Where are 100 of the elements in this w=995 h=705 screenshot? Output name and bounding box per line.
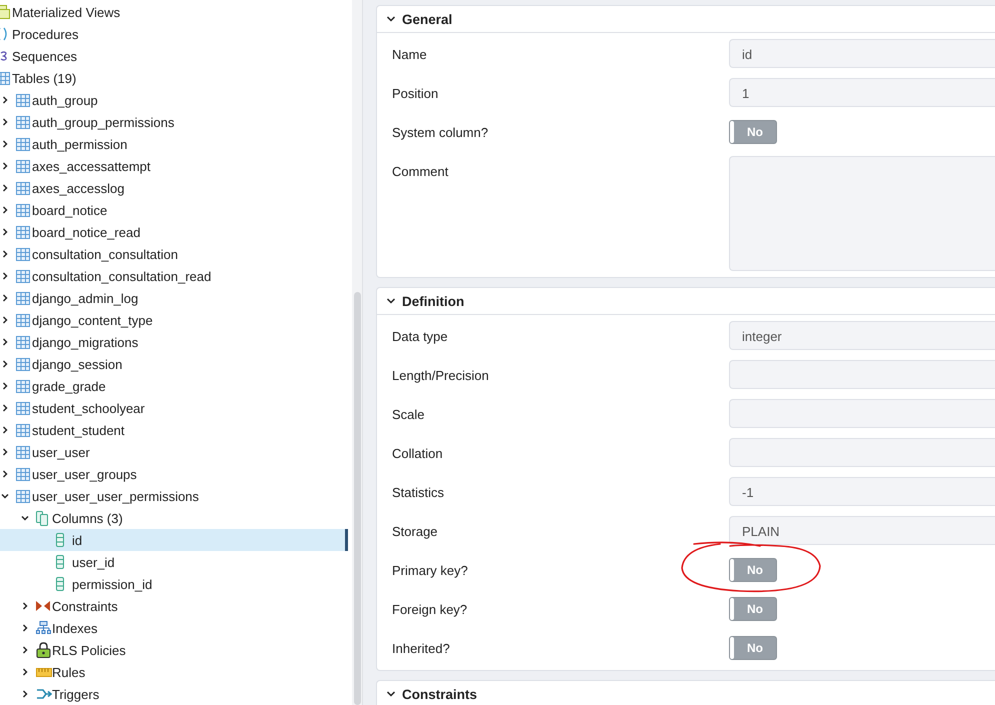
table-icon	[0, 72, 10, 84]
chevron-right-icon[interactable]	[21, 668, 29, 676]
tree-item[interactable]: auth_group_permissions	[0, 111, 348, 133]
chevron-right-icon[interactable]	[1, 250, 9, 258]
chevron-down-icon	[386, 14, 396, 24]
chevron-down-icon	[386, 296, 396, 306]
tree-item[interactable]: consultation_consultation	[0, 243, 348, 265]
chevron-right-icon[interactable]	[21, 690, 29, 698]
chevron-right-icon[interactable]	[21, 602, 29, 610]
tree-item-label: django_session	[32, 356, 122, 372]
tree-item[interactable]: student_schoolyear	[0, 397, 348, 419]
chevron-right-icon[interactable]	[1, 426, 9, 434]
input-field[interactable]: -1	[729, 477, 995, 506]
tree-item-label: board_notice_read	[32, 224, 140, 240]
section-header[interactable]: General	[377, 6, 995, 33]
tree-item[interactable]: board_notice	[0, 199, 348, 221]
chevron-right-icon[interactable]	[1, 184, 9, 192]
tree-item[interactable]: django_session	[0, 353, 348, 375]
tree-item[interactable]: RLS Policies	[0, 639, 348, 661]
tree-item-label: Rules	[52, 664, 86, 680]
tree-item[interactable]: Constraints	[0, 595, 348, 617]
chevron-right-icon[interactable]	[1, 228, 9, 236]
tree-item[interactable]: axes_accessattempt	[0, 155, 348, 177]
chevron-right-icon[interactable]	[1, 448, 9, 456]
tree-item-label: Indexes	[52, 620, 98, 636]
chevron-right-icon[interactable]	[1, 404, 9, 412]
chevron-right-icon[interactable]	[1, 294, 9, 302]
tree-item[interactable]: student_student	[0, 419, 348, 441]
table-icon	[16, 270, 30, 282]
chevron-right-icon[interactable]	[1, 118, 9, 126]
input-field[interactable]	[729, 399, 995, 428]
tree-item[interactable]: django_admin_log	[0, 287, 348, 309]
chevron-right-icon[interactable]	[1, 162, 9, 170]
tree-item[interactable]: Triggers	[0, 683, 348, 705]
section-header[interactable]: Definition	[377, 288, 995, 315]
chevron-right-icon[interactable]	[1, 382, 9, 390]
field-label: Statistics	[392, 484, 446, 500]
tree-item-label: Triggers	[52, 686, 100, 702]
chevron-down-icon[interactable]	[1, 492, 9, 500]
tree-item-label: axes_accessattempt	[32, 158, 151, 174]
section-header[interactable]: Constraints	[377, 681, 995, 705]
tree-item[interactable]: axes_accesslog	[0, 177, 348, 199]
tree-item[interactable]: user_user_groups	[0, 463, 348, 485]
chevron-right-icon[interactable]	[1, 206, 9, 214]
chevron-right-icon[interactable]	[1, 470, 9, 478]
tree-item[interactable]: Sequences	[0, 45, 348, 67]
tree-item[interactable]: Indexes	[0, 617, 348, 639]
input-field[interactable]: id	[729, 39, 995, 68]
chevron-down-icon[interactable]	[21, 514, 29, 522]
table-icon	[16, 94, 30, 106]
tree-item[interactable]: Rules	[0, 661, 348, 683]
input-field[interactable]: integer	[729, 321, 995, 350]
table-icon	[16, 226, 30, 238]
tree-item[interactable]: Columns (3)	[0, 507, 348, 529]
field-label: Scale	[392, 406, 426, 422]
chevron-right-icon[interactable]	[1, 360, 9, 368]
tree-item-label: Columns (3)	[52, 510, 123, 526]
tree-item[interactable]: permission_id	[0, 573, 348, 595]
tree-item-label: django_content_type	[32, 312, 153, 328]
tree-item[interactable]: user_user	[0, 441, 348, 463]
tree-item[interactable]: django_content_type	[0, 309, 348, 331]
field-label: Foreign key?	[392, 601, 468, 617]
tree-item[interactable]: board_notice_read	[0, 221, 348, 243]
tree-item[interactable]: consultation_consultation_read	[0, 265, 348, 287]
tree-item-label: django_admin_log	[32, 290, 138, 306]
tree-item-label: axes_accesslog	[32, 180, 124, 196]
tree-item[interactable]: Tables (19)	[0, 67, 348, 89]
input-field[interactable]	[729, 360, 995, 389]
tree-item[interactable]: auth_group	[0, 89, 348, 111]
chevron-right-icon[interactable]	[1, 272, 9, 280]
table-icon	[16, 490, 30, 502]
scrollbar-thumb[interactable]	[354, 292, 361, 705]
tree-item[interactable]: Procedures	[0, 23, 348, 45]
tree-item[interactable]: Materialized Views	[0, 1, 348, 23]
tree-item-label: grade_grade	[32, 378, 106, 394]
tree-item[interactable]: grade_grade	[0, 375, 348, 397]
chevron-right-icon[interactable]	[21, 646, 29, 654]
hierarchy-icon	[36, 621, 51, 635]
table-icon	[16, 380, 30, 392]
input-field[interactable]: 1	[729, 78, 995, 107]
tree-item[interactable]: auth_permission	[0, 133, 348, 155]
chevron-right-icon[interactable]	[1, 96, 9, 104]
tree-item[interactable]: user_user_user_permissions	[0, 485, 348, 507]
input-field[interactable]	[729, 438, 995, 467]
tree-item[interactable]: user_id	[0, 551, 348, 573]
trigger-arrows-icon	[36, 687, 52, 701]
field-label: Primary key?	[392, 562, 469, 578]
tree-item-label: Materialized Views	[12, 4, 120, 20]
input-field[interactable]: PLAIN	[729, 516, 995, 545]
tree-item[interactable]: id	[0, 529, 348, 551]
chevron-right-icon[interactable]	[21, 624, 29, 632]
comment-field[interactable]	[729, 156, 995, 271]
field-label: Position	[392, 85, 440, 101]
ruler-icon	[36, 668, 52, 676]
chevron-right-icon[interactable]	[1, 338, 9, 346]
table-icon	[16, 314, 30, 326]
tree-item[interactable]: django_migrations	[0, 331, 348, 353]
tree-item-label: user_user	[32, 444, 90, 460]
chevron-right-icon[interactable]	[1, 316, 9, 324]
chevron-right-icon[interactable]	[1, 140, 9, 148]
